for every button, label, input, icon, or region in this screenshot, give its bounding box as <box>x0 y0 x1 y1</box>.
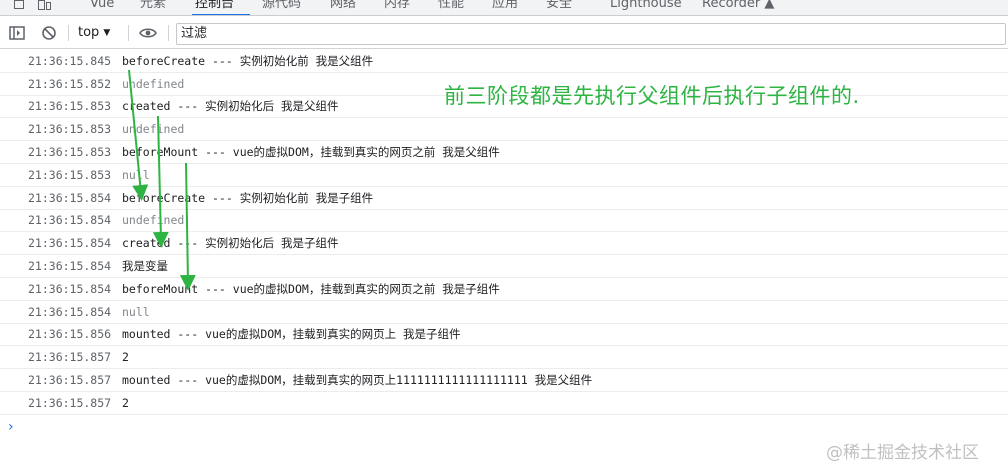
message-text: undefined <box>122 213 185 228</box>
toolbar-divider <box>68 25 69 41</box>
message-text: 2 <box>122 395 129 410</box>
console-message-row: 21:36:15.857 2 <box>0 392 1008 415</box>
console-message-row: 21:36:15.854 null <box>0 301 1008 324</box>
tab-recorder[interactable]: Recorder ▲ <box>702 0 774 12</box>
console-message-row: 21:36:15.853 undefined <box>0 118 1008 142</box>
devtools-tab-bar: Vue 元素 控制台 源代码 网络 内存 性能 应用 安全 Lighthouse… <box>0 0 1008 16</box>
message-timestamp: 21:36:15.854 <box>28 213 112 228</box>
prompt-chevron-icon: › <box>8 418 14 435</box>
watermark-text: @稀土掘金技术社区 <box>826 443 979 463</box>
clear-console-icon[interactable] <box>40 24 58 42</box>
message-timestamp: 21:36:15.853 <box>28 167 112 182</box>
annotation-text: 前三阶段都是先执行父组件后执行子组件的. <box>444 84 860 108</box>
message-timestamp: 21:36:15.854 <box>28 281 112 296</box>
message-timestamp: 21:36:15.852 <box>28 76 112 91</box>
message-timestamp: 21:36:15.857 <box>28 350 112 365</box>
context-label: top <box>78 25 100 40</box>
console-message-row: 21:36:15.854 我是变量 <box>0 255 1008 278</box>
live-expression-eye-icon[interactable] <box>138 24 158 42</box>
tab-elements[interactable]: 元素 <box>140 0 166 12</box>
message-text: 我是变量 <box>122 259 168 274</box>
console-message-row: 21:36:15.854 undefined <box>0 210 1008 233</box>
message-timestamp: 21:36:15.854 <box>28 304 112 319</box>
message-text: null <box>122 304 150 319</box>
tab-application[interactable]: 应用 <box>492 0 518 12</box>
message-timestamp: 21:36:15.857 <box>28 395 112 410</box>
tab-memory[interactable]: 内存 <box>384 0 410 12</box>
filter-input[interactable]: 过滤 <box>176 23 1006 45</box>
tab-console[interactable]: 控制台 <box>195 0 234 12</box>
tab-vue[interactable]: Vue <box>90 0 114 12</box>
chevron-down-icon: ▼ <box>103 27 111 38</box>
tab-lighthouse[interactable]: Lighthouse <box>610 0 682 12</box>
context-selector[interactable]: top ▼ <box>78 25 110 40</box>
tab-network[interactable]: 网络 <box>330 0 356 12</box>
message-text: beforeMount --- vue的虚拟DOM，挂载到真实的网页之前 我是父… <box>122 145 500 160</box>
toolbar-divider <box>168 25 169 41</box>
console-toolbar: top ▼ 过滤 <box>0 17 1008 49</box>
console-message-row: 21:36:15.845 beforeCreate --- 实例初始化前 我是父组… <box>0 50 1008 73</box>
console-message-row: 21:36:15.856 mounted --- vue的虚拟DOM，挂载到真实的… <box>0 324 1008 347</box>
show-sidebar-icon[interactable] <box>8 24 26 42</box>
console-message-row: 21:36:15.854 created --- 实例初始化后 我是子组件 <box>0 232 1008 256</box>
console-message-row: 21:36:15.857 2 <box>0 346 1008 370</box>
message-timestamp: 21:36:15.857 <box>28 373 112 388</box>
message-text: created --- 实例初始化后 我是父组件 <box>122 99 339 114</box>
message-text: 2 <box>122 350 129 365</box>
console-message-row: 21:36:15.853 beforeMount --- vue的虚拟DOM，挂载… <box>0 141 1008 164</box>
device-toolbar-icon[interactable] <box>38 0 52 13</box>
message-timestamp: 21:36:15.854 <box>28 236 112 251</box>
console-message-row: 21:36:15.854 beforeMount --- vue的虚拟DOM，挂载… <box>0 278 1008 301</box>
message-text: beforeCreate --- 实例初始化前 我是子组件 <box>122 190 374 205</box>
message-timestamp: 21:36:15.854 <box>28 190 112 205</box>
message-text: mounted --- vue的虚拟DOM，挂载到真实的网页上 我是子组件 <box>122 327 461 342</box>
message-text: null <box>122 167 150 182</box>
tab-performance[interactable]: 性能 <box>438 0 464 12</box>
message-text: mounted --- vue的虚拟DOM，挂载到真实的网页上111111111… <box>122 373 593 388</box>
console-message-row: 21:36:15.853 null <box>0 164 1008 187</box>
message-text: created --- 实例初始化后 我是子组件 <box>122 236 339 251</box>
tab-sources[interactable]: 源代码 <box>262 0 301 12</box>
message-text: undefined <box>122 122 185 137</box>
console-prompt[interactable]: › <box>0 415 1008 439</box>
message-text: beforeCreate --- 实例初始化前 我是父组件 <box>122 53 374 68</box>
inspect-element-icon[interactable] <box>14 0 26 13</box>
toolbar-divider <box>128 25 129 41</box>
active-tab-indicator <box>192 14 250 15</box>
message-timestamp: 21:36:15.854 <box>28 259 112 274</box>
message-timestamp: 21:36:15.853 <box>28 122 112 137</box>
console-message-row: 21:36:15.857 mounted --- vue的虚拟DOM，挂载到真实的… <box>0 369 1008 392</box>
console-message-row: 21:36:15.854 beforeCreate --- 实例初始化前 我是子组… <box>0 187 1008 210</box>
message-timestamp: 21:36:15.845 <box>28 53 112 68</box>
message-text: beforeMount --- vue的虚拟DOM，挂载到真实的网页之前 我是子… <box>122 281 500 296</box>
message-timestamp: 21:36:15.856 <box>28 327 112 342</box>
message-timestamp: 21:36:15.853 <box>28 145 112 160</box>
tab-security[interactable]: 安全 <box>546 0 572 12</box>
message-timestamp: 21:36:15.853 <box>28 99 112 114</box>
message-text: undefined <box>122 76 185 91</box>
